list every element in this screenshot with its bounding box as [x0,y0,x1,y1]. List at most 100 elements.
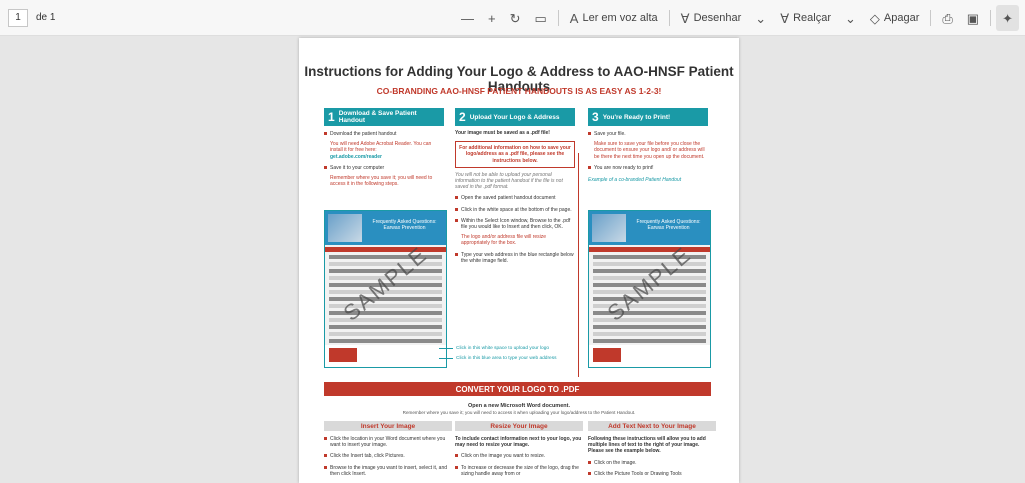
sample-photo [592,214,626,242]
callout-logo-text: Click in this white space to upload your… [456,346,550,351]
draw-icon: ∀ [680,10,690,26]
step-2-header: 2 Upload Your Logo & Address [455,108,575,126]
rotate-button[interactable]: ↻ [504,5,527,31]
zoom-out-icon: — [461,10,474,26]
resize-intro: To include contact information next to y… [455,436,582,449]
save-icon: ▣ [966,10,980,26]
draw-button[interactable]: ∀ Desenhar [675,5,748,31]
insert-bullet: Browse to the image you want to insert, … [324,465,452,477]
step-1-note: Remember where you save it; you will nee… [330,175,433,188]
step-3-header: 3 You're Ready to Print! [588,108,708,126]
step-3-bullet: Save your file. [588,131,708,137]
connector-line [578,153,579,377]
print-icon: ⎙ [942,10,953,26]
sample-photo [328,214,362,242]
add-text-column: Add Text Next to Your Image Following th… [588,421,716,477]
step-2-title: Upload Your Logo & Address [469,113,560,121]
pdf-info-box: For additional information on how to sav… [455,141,575,168]
step-2-bullet: Open the saved patient handout document [455,195,575,201]
document-subtitle: CO-BRANDING AAO-HNSF PATIENT HANDOUTS IS… [376,86,662,96]
step-1-number: 1 [328,110,335,124]
step-2-number: 2 [459,110,466,124]
sample-bar [325,247,446,252]
open-word-instruction: Open a new Microsoft Word document. [468,403,570,409]
step-2-bullet: Click in the white space at the bottom o… [455,207,575,213]
highlight-options-button[interactable]: ⌄ [839,5,862,31]
pin-icon: ✦ [1002,10,1013,26]
step-1-title: Download & Save Patient Handout [338,110,417,124]
pin-toolbar-button[interactable]: ✦ [996,5,1019,31]
step-1-bullet: Download the patient handout [324,131,444,137]
fit-page-button[interactable]: ▭ [529,5,553,31]
add-text-bullet: Click the Picture Tools or Drawing Tools [588,471,716,477]
pdf-toolbar: 1 de 1 — + ↻ ▭ A Ler em voz alta ∀ Desen… [0,0,1025,36]
page-count-label: de 1 [36,12,56,23]
resize-image-header: Resize Your Image [455,421,583,431]
resize-bullet: To increase or decrease the size of the … [455,465,583,477]
page-number-input[interactable]: 1 [8,8,28,27]
draw-options-button[interactable]: ⌄ [749,5,772,31]
example-caption: Example of a co-branded Patient Handout [588,177,682,184]
step-1-bullet: Save it to your computer [324,165,444,171]
insert-image-header: Insert Your Image [324,421,452,431]
callout-arrow [439,348,453,349]
callout-arrow [439,358,453,359]
erase-label: Apagar [883,12,920,24]
save-button[interactable]: ▣ [961,5,985,31]
chevron-down-icon: ⌄ [845,10,856,26]
insert-bullet: Click the location in your Word document… [324,436,452,448]
read-aloud-label: Ler em voz alta [582,12,658,24]
step-1-header: 1 Download & Save Patient Handout [324,108,444,126]
zoom-in-icon: + [488,10,496,26]
step-3-title: You're Ready to Print! [602,113,671,121]
step-1-column: 1 Download & Save Patient Handout Downlo… [324,108,444,187]
step-2-note: The logo and/or address file will resize… [461,234,547,247]
add-text-intro: Following these instructions will allow … [588,436,706,455]
callout-web-text: Click in this blue area to type your web… [456,356,557,361]
pdf-requirement: Your image must be saved as a .pdf file! [455,130,550,136]
sample-bar [589,247,710,252]
step-3-number: 3 [592,110,599,124]
highlight-button[interactable]: ∀ Realçar [774,5,837,31]
sample-handout-image: Frequently Asked Questions: Earwax Preve… [324,210,447,368]
toolbar-divider [930,10,932,26]
eraser-icon: ◇ [869,10,880,26]
zoom-in-button[interactable]: + [482,5,502,31]
toolbar-divider [990,10,992,26]
toolbar-divider [557,10,559,26]
step-1-note: You will need Adobe Acrobat Reader. You … [330,141,432,154]
zoom-out-button[interactable]: — [455,5,480,31]
sample-logo [593,348,621,362]
insert-image-column: Insert Your Image Click the location in … [324,421,452,477]
cobranded-example-image: Frequently Asked Questions: Earwax Preve… [588,210,711,368]
read-aloud-icon: A [569,10,579,26]
highlight-icon: ∀ [780,10,790,26]
step-3-note: Make sure to save your file before you c… [594,141,705,160]
highlight-label: Realçar [793,12,831,24]
step-2-note: You will not be able to upload your pers… [455,171,563,191]
step-2-bullet: Type your web address in the blue rectan… [455,252,575,264]
toolbar-divider [668,10,670,26]
adobe-reader-link[interactable]: get.adobe.com/reader [324,154,444,160]
step-3-column: 3 You're Ready to Print! Save your file.… [588,108,708,183]
add-text-bullet: Click on the image. [588,460,716,466]
step-3-bullet: You are now ready to print! [588,165,708,171]
remember-note: Remember where you save it; you will nee… [402,410,636,415]
sample-footer [589,345,710,367]
convert-banner: CONVERT YOUR LOGO TO .PDF [324,382,711,396]
erase-button[interactable]: ◇ Apagar [864,5,925,31]
sample-header: Frequently Asked Questions: Earwax Preve… [325,211,446,245]
sample-title: Frequently Asked Questions: Earwax Preve… [372,219,437,231]
read-aloud-button[interactable]: A Ler em voz alta [564,5,664,31]
rotate-icon: ↻ [509,10,521,26]
draw-label: Desenhar [693,12,742,24]
step-2-bullet: Within the Select Icon window, Browse to… [455,218,575,230]
insert-bullet: Click the Insert tab, click Pictures. [324,453,452,459]
sample-footer [325,345,446,367]
resize-bullet: Click on the image you want to resize. [455,453,583,459]
print-button[interactable]: ⎙ [936,5,958,31]
toolbar-actions: — + ↻ ▭ A Ler em voz alta ∀ Desenhar ⌄ ∀… [455,0,1019,36]
chevron-down-icon: ⌄ [755,10,767,26]
step-2-column: 2 Upload Your Logo & Address Your image … [455,108,575,264]
resize-image-column: Resize Your Image To include contact inf… [455,421,583,477]
